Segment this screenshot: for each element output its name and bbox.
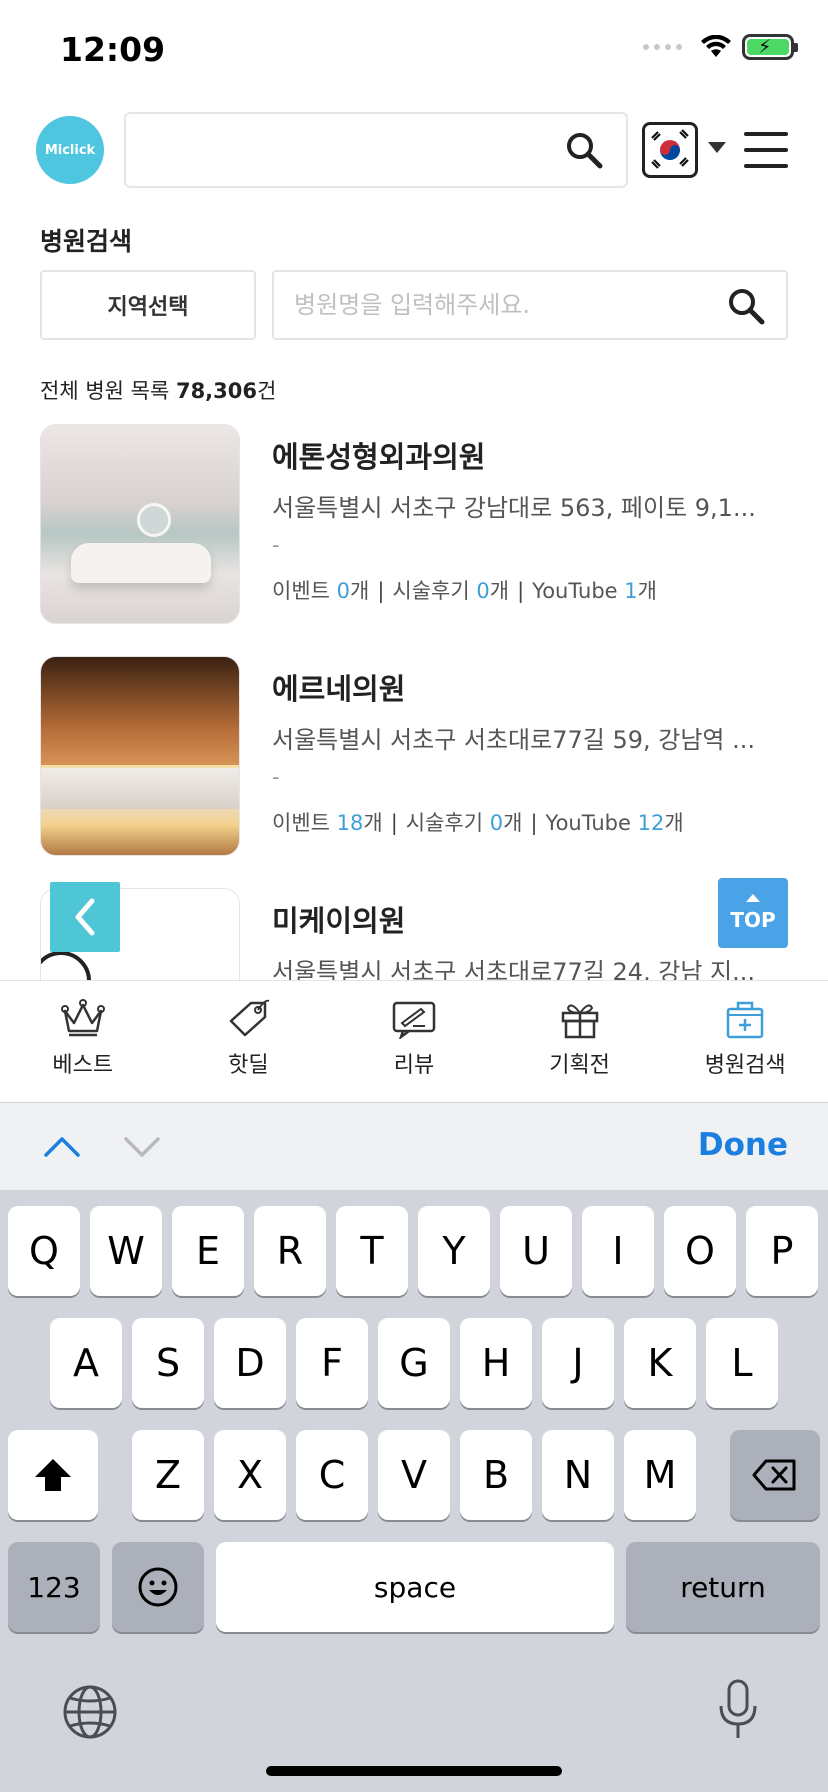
key-r[interactable]: R (254, 1206, 326, 1296)
keyboard: Q W E R T Y U I O P A S D F G H J K L Z … (0, 1190, 828, 1792)
hospital-address: 서울특별시 서초구 서초대로77길 59, 강남역 ... (272, 726, 756, 754)
hospital-name[interactable]: 에르네의원 (272, 666, 792, 708)
hospital-thumbnail[interactable] (40, 424, 240, 624)
numbers-key[interactable]: 123 (8, 1542, 100, 1632)
status-time: 12:09 (60, 30, 166, 69)
battery-icon: ⚡ (742, 34, 798, 60)
wifi-icon (701, 35, 731, 57)
status-icons: ⚡ (643, 34, 798, 60)
scroll-top-button[interactable]: TOP (718, 878, 788, 948)
key-s[interactable]: S (132, 1318, 204, 1408)
hospital-note: - (272, 533, 280, 557)
status-bar: 12:09 ⚡ (0, 0, 828, 96)
app-logo[interactable]: Miclick (40, 120, 100, 180)
hospital-search-box (272, 270, 788, 340)
key-i[interactable]: I (582, 1206, 654, 1296)
hospital-stats: 이벤트 0개 | 시술후기 0개 | YouTube 1개 (272, 579, 657, 603)
tag-icon (230, 999, 270, 1037)
nav-best[interactable]: 베스트 (0, 981, 166, 1102)
list-item[interactable]: 미케이의원 서울특별시 서초구 서초대로77길 24, 강남 지... (0, 888, 828, 980)
key-w[interactable]: W (90, 1206, 162, 1296)
hospital-thumbnail[interactable] (40, 656, 240, 856)
menu-icon[interactable] (744, 132, 788, 168)
key-t[interactable]: T (336, 1206, 408, 1296)
emoji-icon (138, 1567, 178, 1607)
key-l[interactable]: L (706, 1318, 778, 1408)
nav-review[interactable]: 리뷰 (331, 981, 497, 1102)
region-select-button[interactable]: 지역선택 (40, 270, 256, 340)
key-k[interactable]: K (624, 1318, 696, 1408)
key-y[interactable]: Y (418, 1206, 490, 1296)
key-b[interactable]: B (460, 1430, 532, 1520)
nav-hospital-search[interactable]: 병원검색 (662, 981, 828, 1102)
space-key[interactable]: space (216, 1542, 614, 1632)
emoji-key[interactable] (112, 1542, 204, 1632)
microphone-icon[interactable] (716, 1678, 760, 1742)
back-button[interactable] (50, 882, 120, 952)
done-button[interactable]: Done (698, 1127, 788, 1163)
korea-flag-icon (648, 128, 692, 172)
hospital-address: 서울특별시 서초구 강남대로 563, 페이토 9,1... (272, 494, 756, 522)
key-d[interactable]: D (214, 1318, 286, 1408)
search-icon[interactable] (726, 286, 766, 326)
top-search-input[interactable] (124, 112, 628, 188)
backspace-icon (752, 1459, 796, 1491)
review-icon (392, 1001, 436, 1039)
key-a[interactable]: A (50, 1318, 122, 1408)
keyboard-toolbar: Done (0, 1102, 828, 1190)
list-item[interactable]: 에르네의원 서울특별시 서초구 서초대로77길 59, 강남역 ... - 이벤… (0, 656, 828, 856)
key-m[interactable]: M (624, 1430, 696, 1520)
nav-hotdeal[interactable]: 핫딜 (166, 981, 332, 1102)
section-title: 병원검색 (40, 227, 133, 256)
key-h[interactable]: H (460, 1318, 532, 1408)
key-o[interactable]: O (664, 1206, 736, 1296)
hospital-list: 에톤성형외과의원 서울특별시 서초구 강남대로 563, 페이토 9,1... … (0, 424, 828, 980)
key-n[interactable]: N (542, 1430, 614, 1520)
signal-icon (643, 44, 682, 50)
key-v[interactable]: V (378, 1430, 450, 1520)
nav-event[interactable]: 기획전 (497, 981, 663, 1102)
key-e[interactable]: E (172, 1206, 244, 1296)
shift-icon (35, 1459, 71, 1491)
key-z[interactable]: Z (132, 1430, 204, 1520)
hospital-stats: 이벤트 18개 | 시술후기 0개 | YouTube 12개 (272, 811, 684, 835)
search-icon[interactable] (564, 130, 604, 170)
key-u[interactable]: U (500, 1206, 572, 1296)
key-g[interactable]: G (378, 1318, 450, 1408)
hospital-name[interactable]: 미케이의원 (272, 898, 792, 940)
chevron-left-icon (75, 898, 95, 936)
chevron-up-icon[interactable] (42, 1135, 82, 1159)
chevron-down-icon[interactable] (708, 142, 726, 153)
chevron-down-icon[interactable] (122, 1135, 162, 1159)
hospital-note: - (272, 765, 280, 789)
crown-icon (60, 999, 105, 1037)
return-key[interactable]: return (626, 1542, 820, 1632)
key-c[interactable]: C (296, 1430, 368, 1520)
language-flag-button[interactable] (642, 122, 698, 178)
total-count: 전체 병원 목록 78,306건 (40, 379, 277, 403)
key-f[interactable]: F (296, 1318, 368, 1408)
hospital-icon (726, 1001, 764, 1039)
hospital-search-input[interactable] (274, 272, 694, 338)
arrow-up-icon (746, 894, 760, 902)
globe-icon[interactable] (62, 1684, 118, 1740)
key-q[interactable]: Q (8, 1206, 80, 1296)
key-p[interactable]: P (746, 1206, 818, 1296)
bottom-nav: 베스트 핫딜 리뷰 기획전 병원검색 (0, 980, 828, 1102)
hospital-address: 서울특별시 서초구 서초대로77길 24, 강남 지... (272, 958, 756, 980)
key-x[interactable]: X (214, 1430, 286, 1520)
app-header: Miclick (0, 108, 828, 192)
hospital-name[interactable]: 에톤성형외과의원 (272, 434, 792, 476)
delete-key[interactable] (730, 1430, 820, 1520)
gift-icon (561, 1004, 598, 1039)
shift-key[interactable] (8, 1430, 98, 1520)
home-indicator (266, 1766, 562, 1776)
key-j[interactable]: J (542, 1318, 614, 1408)
list-item[interactable]: 에톤성형외과의원 서울특별시 서초구 강남대로 563, 페이토 9,1... … (0, 424, 828, 624)
